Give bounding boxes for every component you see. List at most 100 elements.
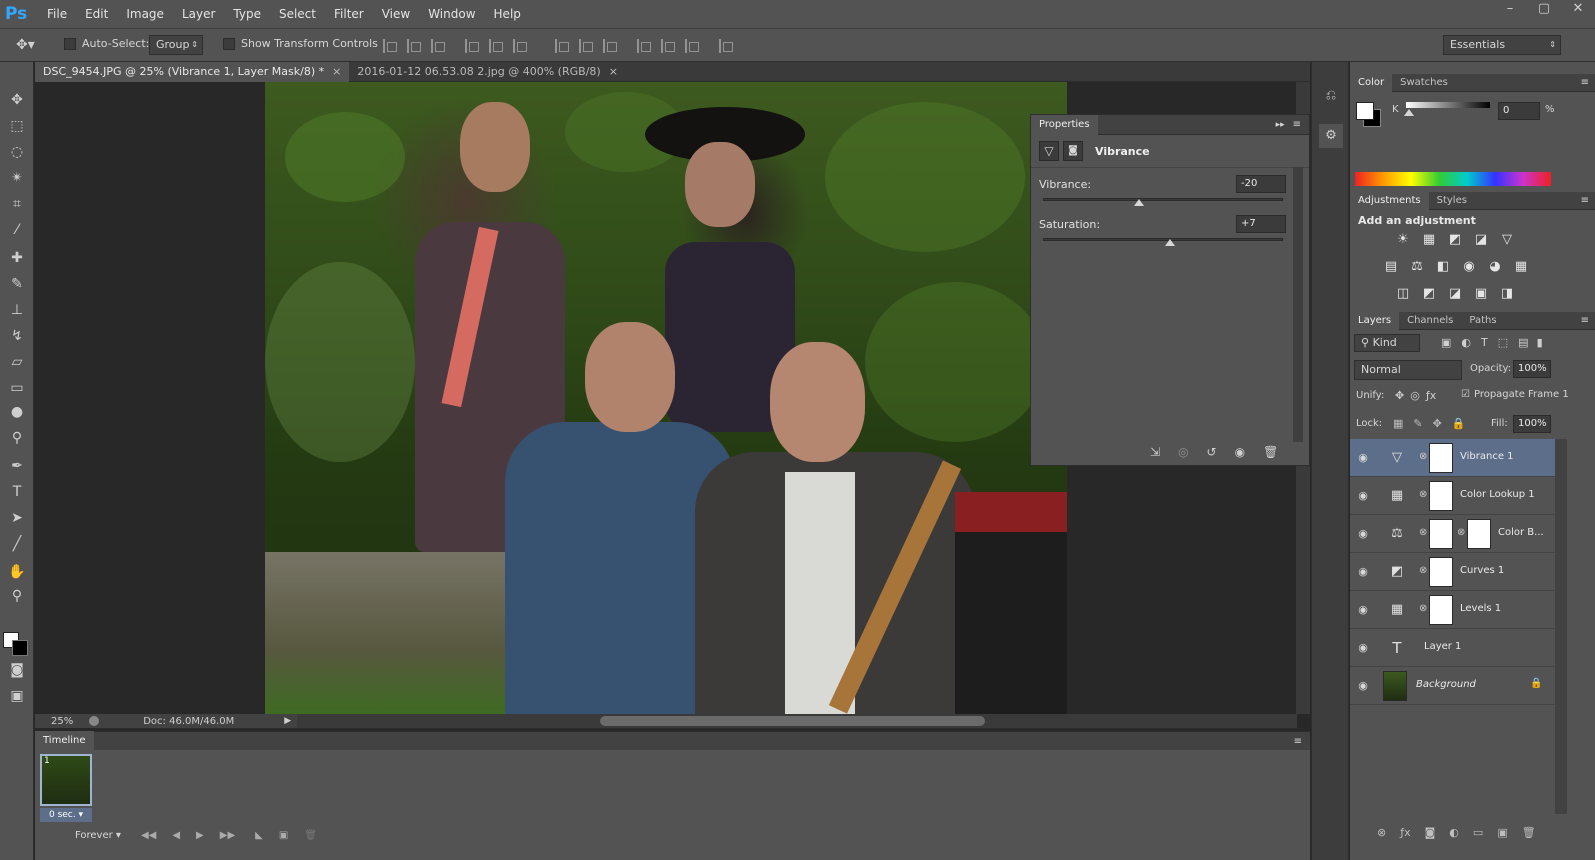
brightness-contrast-icon[interactable]: ☀ [1394,232,1412,248]
menu-window[interactable]: Window [419,0,484,28]
tab-swatches[interactable]: Swatches [1392,73,1456,93]
new-adjustment-icon[interactable]: ◐ [1449,826,1459,839]
photo-filter-icon[interactable]: ◉ [1460,259,1478,275]
align-right-icon[interactable] [513,39,527,53]
lasso-tool-icon[interactable]: ◌ [4,140,30,164]
foreground-color-swatch[interactable] [1356,102,1374,120]
hue-saturation-icon[interactable]: ▤ [1382,259,1400,275]
blur-tool-icon[interactable]: ● [4,400,30,424]
add-mask-icon[interactable]: ◙ [1425,826,1436,839]
shape-filter-icon[interactable]: ⬚ [1498,336,1508,349]
workspace-dropdown[interactable]: Essentials ⇕ [1443,35,1561,55]
tab-layers[interactable]: Layers [1350,310,1400,331]
collapse-icon[interactable]: ▸▸ [1276,120,1285,130]
distribute-top-icon[interactable] [555,39,569,53]
timeline-frame[interactable]: 1 [40,754,92,806]
filter-toggle-icon[interactable]: ▮ [1537,336,1543,349]
layer-name[interactable]: Color Lookup 1 [1460,489,1535,500]
panel-menu-icon[interactable]: ≡ [1294,736,1302,747]
layer-mask-thumbnail[interactable] [1467,519,1491,549]
tab-paths[interactable]: Paths [1461,311,1504,331]
vibrance-value-input[interactable]: -20 [1236,175,1286,193]
link-icon[interactable]: ⊗ [1457,527,1465,538]
minimize-button[interactable]: – [1493,0,1527,20]
zoom-level[interactable]: 25% [51,716,73,727]
vibrance-icon[interactable]: ▽ [1498,232,1516,248]
first-frame-icon[interactable]: ◀◀ [141,830,156,841]
gradient-map-icon[interactable]: ◨ [1498,286,1516,302]
properties-scrollbar[interactable] [1293,167,1303,442]
distribute-hcenter-icon[interactable] [661,39,675,53]
clip-to-layer-icon[interactable]: ⇲ [1150,445,1160,459]
clone-stamp-tool-icon[interactable]: ⊥ [4,298,30,322]
view-previous-icon[interactable]: ◎ [1178,445,1188,459]
vibrance-icon[interactable]: ▽ [1039,141,1059,161]
color-spectrum[interactable] [1355,172,1551,186]
tab-styles[interactable]: Styles [1429,191,1475,211]
menu-view[interactable]: View [373,0,419,28]
healing-brush-tool-icon[interactable]: ✚ [4,246,30,270]
layer-row-type[interactable]: ◉ T Layer 1 [1350,629,1555,667]
eye-icon[interactable]: ◉ [1356,489,1370,503]
zoom-tool-icon[interactable]: ⚲ [4,584,30,608]
link-icon[interactable]: ⊗ [1419,527,1427,538]
background-thumbnail[interactable] [1383,671,1407,701]
levels-icon[interactable]: ▦ [1420,232,1438,248]
unify-position-icon[interactable]: ✥ [1395,389,1404,402]
link-icon[interactable]: ⊗ [1419,565,1427,576]
history-panel-icon[interactable]: ⎌ [1321,88,1341,108]
delete-frame-icon[interactable]: 🗑 [304,830,317,841]
propagate-checkbox[interactable]: ☑ [1461,389,1470,400]
menu-help[interactable]: Help [485,0,530,28]
distribute-right-icon[interactable] [685,39,699,53]
horizontal-scroll-thumb[interactable] [600,716,985,726]
unify-visibility-icon[interactable]: ◎ [1410,389,1420,402]
invert-icon[interactable]: ◫ [1394,286,1412,302]
layer-name[interactable]: Levels 1 [1460,603,1501,614]
layer-name[interactable]: Curves 1 [1460,565,1504,576]
move-tool-icon[interactable]: ✥ [4,88,30,112]
trash-icon[interactable]: 🗑 [1263,445,1278,459]
layer-row-vibrance[interactable]: ◉ ▽ ⊗ Vibrance 1 [1350,439,1555,477]
menu-image[interactable]: Image [117,0,173,28]
magic-wand-tool-icon[interactable]: ✴ [4,166,30,190]
distribute-vcenter-icon[interactable] [579,39,593,53]
adjustment-filter-icon[interactable]: ◐ [1461,336,1471,349]
panel-menu-icon[interactable]: ≡ [1581,195,1589,206]
background-color-swatch[interactable] [12,640,28,656]
tab-timeline[interactable]: Timeline [35,731,94,751]
layer-row-background[interactable]: ◉ Background 🔒 [1350,667,1555,705]
menu-type[interactable]: Type [224,0,270,28]
unify-style-icon[interactable]: ƒx [1426,389,1436,402]
posterize-icon[interactable]: ◩ [1420,286,1438,302]
k-slider-thumb[interactable] [1404,109,1414,116]
tab-color[interactable]: Color [1350,72,1393,93]
tween-icon[interactable]: ◣ [255,830,263,841]
lock-pixels-icon[interactable]: ✎ [1413,417,1422,430]
visibility-icon[interactable]: ◉ [1235,445,1245,459]
auto-align-icon[interactable] [719,39,733,53]
close-button[interactable]: ✕ [1561,0,1595,20]
restore-button[interactable]: ▢ [1527,0,1561,20]
eye-icon[interactable]: ◉ [1356,451,1370,465]
new-layer-icon[interactable]: ▣ [1497,826,1507,839]
document-image[interactable] [265,82,1067,714]
layer-mask-thumbnail[interactable] [1429,481,1453,511]
black-white-icon[interactable]: ◧ [1434,259,1452,275]
crop-tool-icon[interactable]: ⌗ [4,192,30,216]
color-lookup-icon[interactable]: ▦ [1512,259,1530,275]
lock-position-icon[interactable]: ✥ [1433,417,1442,430]
vibrance-slider-thumb[interactable] [1134,199,1144,206]
link-layers-icon[interactable]: ⊗ [1377,826,1386,839]
tab-channels[interactable]: Channels [1399,311,1461,331]
new-group-icon[interactable]: ▭ [1473,826,1483,839]
layer-name[interactable]: Layer 1 [1424,641,1461,652]
saturation-value-input[interactable]: +7 [1236,215,1286,233]
layer-row-levels[interactable]: ◉ ▦ ⊗ Levels 1 [1350,591,1555,629]
blend-mode-dropdown[interactable]: Normal [1354,360,1462,380]
layers-scrollbar[interactable] [1555,439,1567,814]
saturation-slider-thumb[interactable] [1165,239,1175,246]
delete-layer-icon[interactable]: 🗑 [1522,826,1536,839]
k-value-input[interactable]: 0 [1498,102,1540,120]
panel-menu-icon[interactable]: ≡ [1581,77,1589,88]
